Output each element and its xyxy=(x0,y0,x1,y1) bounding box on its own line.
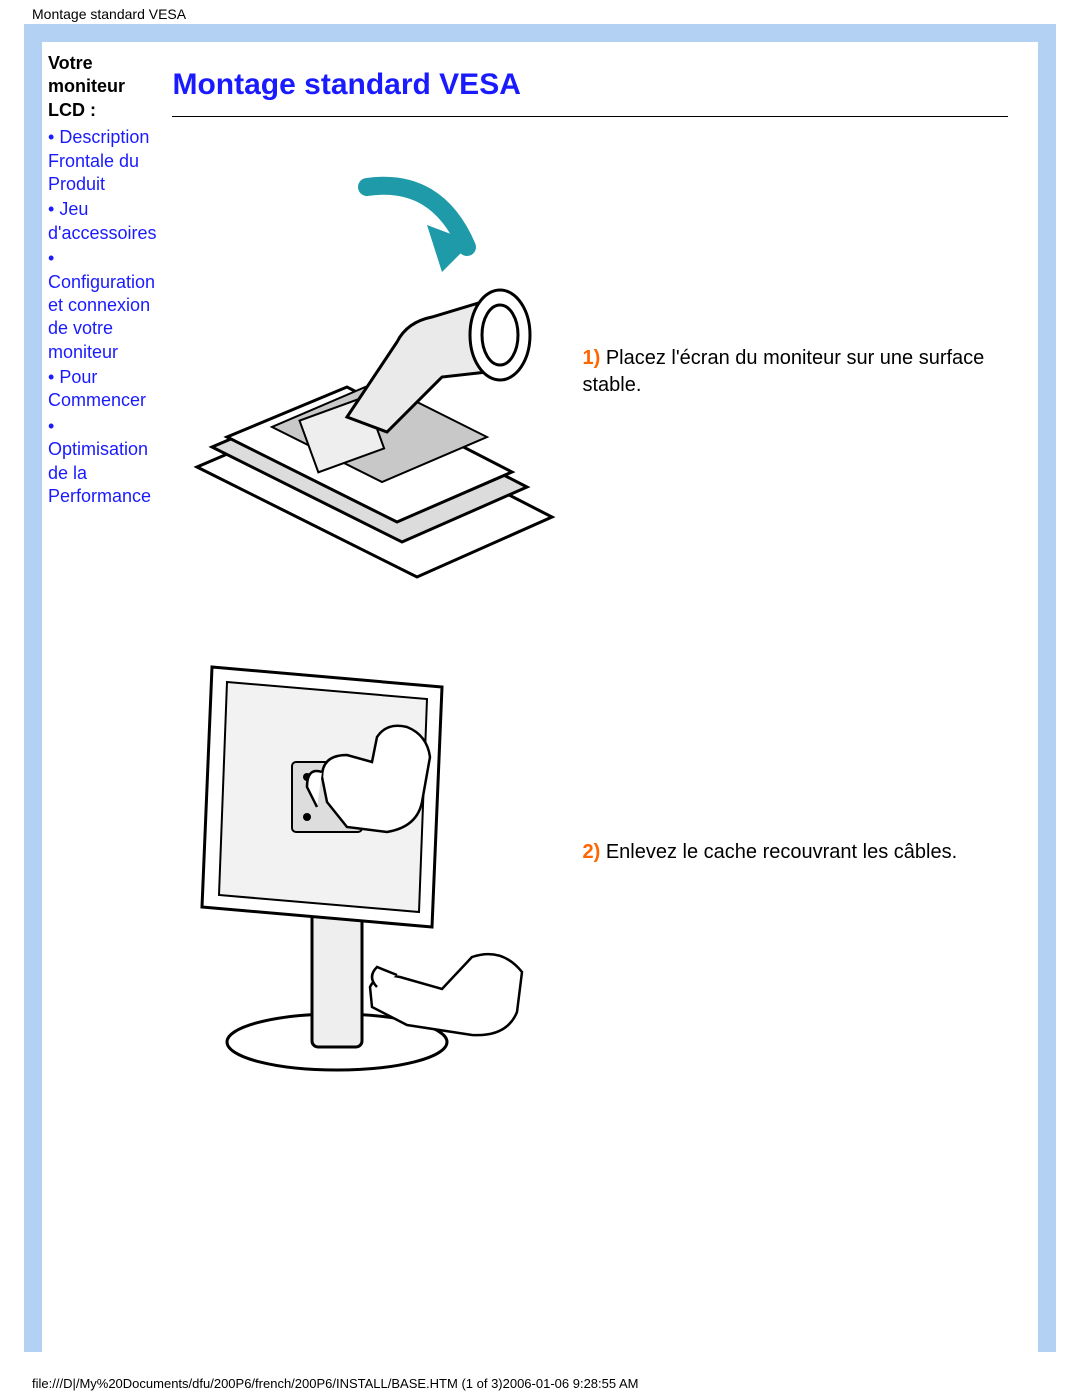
page: Montage standard VESA Votre moniteur LCD… xyxy=(0,0,1080,1397)
step-1-text: 1) Placez l'écran du moniteur sur une su… xyxy=(562,345,1008,399)
sidebar-link-commencer[interactable]: Pour Commencer xyxy=(48,367,146,410)
sidebar-link-optimisation[interactable]: Optimisation de la Performance xyxy=(48,439,151,506)
bullet-dot-icon: • xyxy=(48,416,54,436)
bullet-dot-icon: • xyxy=(48,127,54,147)
bullet-dot-icon: • xyxy=(48,248,54,268)
sidebar-item-configuration[interactable]: • Configuration et connexion de votre mo… xyxy=(48,247,156,364)
sidebar-heading-line3: LCD : xyxy=(48,100,96,120)
main-content: Montage standard VESA xyxy=(162,42,1038,1352)
step-2-body: Enlevez le cache recouvrant les câbles. xyxy=(600,841,957,863)
horizontal-rule xyxy=(172,116,1008,117)
bullet-dot-icon: • xyxy=(48,367,54,387)
footer-path: file:///D|/My%20Documents/dfu/200P6/fren… xyxy=(32,1376,639,1391)
step-1-number: 1) xyxy=(582,347,600,369)
sidebar-heading-line2: moniteur xyxy=(48,76,125,96)
step-2-number: 2) xyxy=(582,841,600,863)
sidebar-item-description[interactable]: • Description Frontale du Produit xyxy=(48,126,156,196)
sidebar-link-description[interactable]: Description Frontale du Produit xyxy=(48,127,149,194)
sidebar-link-accessoires[interactable]: Jeu d'accessoires xyxy=(48,199,156,242)
step-row-2: 2) Enlevez le cache recouvrant les câble… xyxy=(172,627,1008,1077)
page-title: Montage standard VESA xyxy=(172,68,1008,102)
step-2-illustration xyxy=(172,627,562,1077)
sidebar-item-optimisation[interactable]: • Optimisation de la Performance xyxy=(48,415,156,509)
step-row-1: 1) Placez l'écran du moniteur sur une su… xyxy=(172,147,1008,597)
bullet-dot-icon: • xyxy=(48,199,54,219)
monitor-remove-cover-illustration-icon xyxy=(172,627,562,1077)
content-frame: Votre moniteur LCD : • Description Front… xyxy=(24,24,1056,1352)
monitor-facedown-illustration-icon xyxy=(172,147,562,597)
sidebar-heading-line1: Votre xyxy=(48,53,93,73)
sidebar-heading: Votre moniteur LCD : xyxy=(48,52,156,122)
sidebar-item-commencer[interactable]: • Pour Commencer xyxy=(48,366,156,413)
sidebar-link-configuration[interactable]: Configuration et connexion de votre moni… xyxy=(48,272,155,362)
step-1-body: Placez l'écran du moniteur sur une surfa… xyxy=(582,347,984,396)
sidebar: Votre moniteur LCD : • Description Front… xyxy=(42,42,162,1352)
browser-tab-title: Montage standard VESA xyxy=(32,6,186,22)
step-1-illustration xyxy=(172,147,562,597)
step-2-text: 2) Enlevez le cache recouvrant les câble… xyxy=(562,839,1008,866)
content-inner: Votre moniteur LCD : • Description Front… xyxy=(42,42,1038,1352)
sidebar-item-accessoires[interactable]: • Jeu d'accessoires xyxy=(48,198,156,245)
